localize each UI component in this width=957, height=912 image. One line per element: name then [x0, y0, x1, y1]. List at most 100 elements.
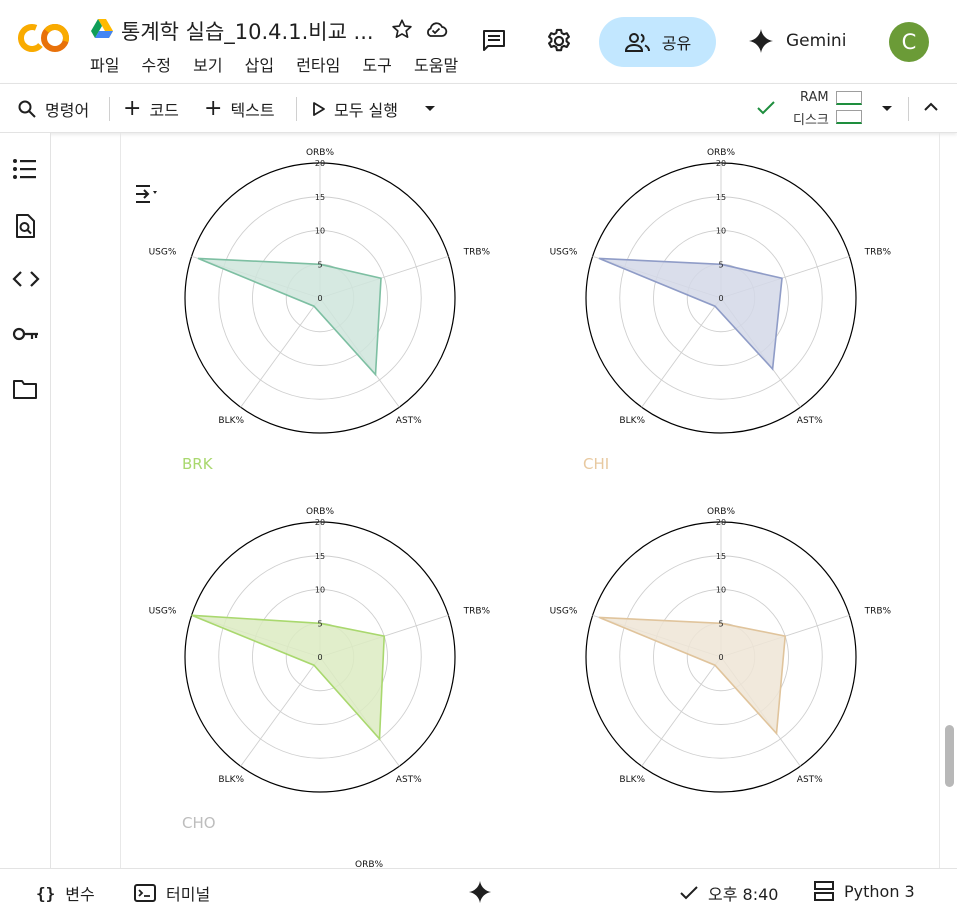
radar-tick-label: 20	[315, 159, 325, 168]
team-label-chi: CHI	[583, 455, 610, 473]
radar-axis-label: TRB%	[864, 606, 892, 616]
vertical-scrollbar[interactable]	[945, 725, 954, 787]
radar-tick-label: 10	[315, 227, 325, 236]
radar-axis-label: TRB%	[463, 606, 491, 616]
run-all-label: 모두 실행	[334, 101, 398, 120]
menu-tools[interactable]: 도구	[362, 52, 391, 76]
radar-tick-label: 0	[718, 294, 723, 303]
radar-tick-label: 20	[315, 518, 325, 527]
radar-tick-label: 0	[317, 294, 322, 303]
plus-icon: +	[123, 96, 142, 121]
check-icon	[680, 886, 698, 900]
collapse-chevron-up-icon[interactable]	[924, 102, 938, 112]
notebook-title[interactable]: 통계학 실습_10.4.1.비교 ...	[121, 16, 374, 46]
menu-edit[interactable]: 수정	[142, 52, 171, 76]
radar-axis-label: AST%	[396, 416, 422, 426]
menu-insert[interactable]: 삽입	[245, 52, 274, 76]
command-palette-button[interactable]: 명령어	[17, 97, 89, 121]
menu-runtime[interactable]: 런타임	[296, 52, 340, 76]
radar-chart-cho: 0 5 10 15 20ORB% TRB% AST% BLK% USG%	[149, 507, 491, 793]
radar-axis-label: BLK%	[619, 416, 645, 426]
gemini-button[interactable]: Gemini	[748, 28, 846, 54]
disk-usage-bar[interactable]	[836, 110, 862, 124]
menu-file[interactable]: 파일	[90, 52, 119, 76]
status-bar: {} 변수 터미널 오후 8:40 Python 3	[0, 868, 957, 912]
radar-axis-label: USG%	[149, 606, 177, 616]
run-all-button[interactable]: 모두 실행	[312, 97, 398, 121]
radar-tick-label: 15	[716, 552, 726, 561]
search-icon	[18, 100, 36, 118]
cell-right-border	[939, 133, 940, 868]
add-text-button[interactable]: + 텍스트	[204, 97, 275, 121]
share-button[interactable]: 공유	[599, 17, 716, 67]
notebook-cell-area: 0 5 10 15 20 ORB% TRB% AST% BLK% USG% BRK 0 5 10 15 2…	[51, 133, 957, 868]
gear-icon[interactable]	[545, 27, 573, 55]
comment-icon[interactable]	[481, 29, 507, 53]
execution-status[interactable]: 오후 8:40	[680, 881, 778, 905]
gemini-sparkle-icon	[749, 29, 773, 53]
secrets-key-icon[interactable]	[12, 325, 40, 343]
colab-logo[interactable]	[18, 22, 70, 54]
radar-axis-label: ORB%	[707, 507, 736, 517]
braces-icon: {}	[36, 883, 56, 903]
radar-axis-label: AST%	[797, 775, 823, 785]
radar-axis-label: ORB%	[306, 507, 335, 517]
run-options-dropdown-icon[interactable]	[424, 105, 436, 113]
radar-axis-label: TRB%	[463, 247, 491, 257]
google-drive-icon	[91, 19, 113, 38]
play-icon	[313, 102, 325, 116]
radar-tick-label: 0	[718, 653, 723, 662]
radar-tick-label: 5	[718, 619, 723, 628]
cell-gutter-divider	[120, 133, 121, 868]
menu-help[interactable]: 도움말	[414, 52, 458, 76]
radar-tick-label: 5	[317, 260, 322, 269]
runtime-button[interactable]: Python 3	[814, 881, 915, 901]
radar-axis-label: ORB%	[306, 148, 335, 158]
terminal-label: 터미널	[166, 885, 211, 904]
star-icon[interactable]	[391, 18, 413, 40]
radar-tick-label: 0	[317, 653, 322, 662]
radar-tick-label: 15	[315, 552, 325, 561]
ram-usage-bar[interactable]	[836, 91, 862, 105]
menu-view[interactable]: 보기	[193, 52, 222, 76]
gemini-sparkle-icon[interactable]	[468, 880, 492, 904]
code-snippets-icon[interactable]	[12, 270, 40, 288]
app-header: 통계학 실습_10.4.1.비교 ... 파일 수정 보기 삽입 런타임 도구 …	[0, 0, 957, 83]
radar-tick-label: 20	[716, 159, 726, 168]
runtime-label: Python 3	[844, 881, 915, 901]
radar-axis-label: BLK%	[619, 775, 645, 785]
radar-tick-label: 20	[716, 518, 726, 527]
commands-label: 명령어	[45, 101, 90, 120]
radar-tick-label: 5	[317, 619, 322, 628]
radar-tick-label: 10	[716, 586, 726, 595]
toolbar-divider	[908, 97, 909, 121]
radar-tick-label: 10	[315, 586, 325, 595]
add-code-button[interactable]: + 코드	[123, 97, 179, 121]
radar-axis-label: USG%	[550, 247, 578, 257]
disk-label: 디스크	[793, 113, 829, 128]
find-replace-icon[interactable]	[12, 213, 38, 239]
plus-icon: +	[204, 96, 223, 121]
variables-button[interactable]: {} 변수	[36, 881, 95, 905]
radar-axis-label: TRB%	[864, 247, 892, 257]
toolbar-divider	[109, 97, 110, 121]
resources-dropdown-icon[interactable]	[881, 105, 893, 113]
toolbar-divider	[296, 97, 297, 121]
radar-data-polygon	[598, 257, 783, 371]
share-label: 공유	[661, 34, 692, 53]
notebook-toolbar: 명령어 + 코드 + 텍스트 모두 실행 RAM 디스크	[0, 83, 957, 133]
ram-label: RAM	[800, 90, 829, 105]
team-label-cho: CHO	[182, 814, 216, 832]
files-folder-icon[interactable]	[12, 378, 38, 400]
radar-axis-label: USG%	[550, 606, 578, 616]
radar-data-polygon	[598, 616, 787, 736]
terminal-button[interactable]: 터미널	[134, 881, 210, 905]
radar-tick-label: 15	[716, 193, 726, 202]
radar-chart-fourth: 0 5 10 15 20ORB% TRB% AST% BLK% USG%	[550, 507, 892, 793]
radar-tick-label: 5	[718, 260, 723, 269]
avatar[interactable]: C	[889, 22, 929, 62]
table-of-contents-icon[interactable]	[12, 158, 38, 180]
output-actions-icon[interactable]	[133, 183, 161, 205]
radar-axis-label: BLK%	[218, 416, 244, 426]
cloud-saved-icon[interactable]	[424, 18, 448, 40]
